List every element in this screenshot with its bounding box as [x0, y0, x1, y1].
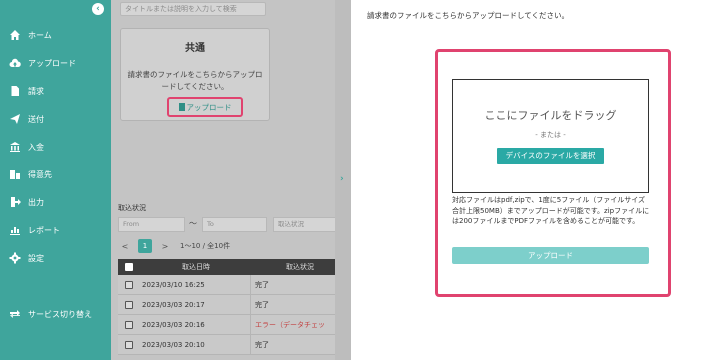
page-1-button[interactable]: 1 — [138, 239, 152, 253]
select-file-button[interactable]: デバイスのファイルを選択 — [497, 148, 604, 164]
sidebar-item-invoice[interactable]: 請求 — [8, 83, 44, 99]
upload-card-button[interactable]: アップロード — [167, 97, 243, 117]
column-header-status: 取込状況 — [286, 263, 314, 271]
sidebar-item-label: 設定 — [28, 253, 44, 263]
select-all-checkbox[interactable] — [125, 263, 133, 271]
sidebar-item-label: アップロード — [28, 58, 76, 68]
row-date: 2023/03/03 20:10 — [142, 340, 205, 349]
row-date: 2023/03/03 20:17 — [142, 300, 205, 309]
sidebar-item-label: ホーム — [28, 30, 52, 40]
panel-divider: › — [335, 0, 351, 360]
sidebar-item-label: 出力 — [28, 197, 44, 207]
range-separator: 〜 — [189, 219, 197, 228]
upload-button[interactable]: アップロード — [452, 247, 649, 264]
row-status: 完了 — [250, 295, 335, 314]
pagination-info: 1〜10 / 全10件 — [180, 242, 231, 250]
row-checkbox[interactable] — [125, 280, 133, 289]
bank-icon — [8, 141, 22, 153]
table-row[interactable]: 2023/03/10 16:25 完了 — [118, 275, 335, 295]
sidebar-item-label: 送付 — [28, 114, 44, 124]
row-checkbox[interactable] — [125, 340, 133, 349]
row-status: エラー（データチェッ — [250, 315, 335, 334]
file-icon — [178, 103, 185, 111]
card-title: 共通 — [185, 43, 205, 54]
row-checkbox[interactable] — [125, 320, 133, 329]
history-section-label: 取込状況 — [118, 204, 146, 212]
sidebar-item-export[interactable]: 出力 — [8, 194, 44, 210]
status-filter-input[interactable]: 取込状況 — [273, 217, 335, 232]
table-row[interactable]: 2023/03/03 20:10 完了 — [118, 335, 335, 355]
drop-zone[interactable]: ここにファイルをドラッグ - または - デバイスのファイルを選択 — [452, 79, 649, 193]
upload-card: 共通 請求書のファイルをこちらからアップロードしてください。 アップロード — [120, 28, 270, 121]
building-icon — [8, 168, 22, 180]
sidebar-item-label: 請求 — [28, 86, 44, 96]
upload-list-panel: タイトルまたは説明を入力して検索 共通 請求書のファイルをこちらからアップロード… — [111, 0, 335, 360]
row-status: 完了 — [250, 335, 335, 354]
row-date: 2023/03/03 20:16 — [142, 320, 205, 329]
drop-zone-or: - または - — [535, 131, 566, 139]
chart-icon — [8, 224, 22, 236]
switch-icon — [8, 308, 22, 320]
switch-service-button[interactable]: サービス切り替え — [8, 306, 92, 322]
sidebar-item-label: 得意先 — [28, 169, 52, 179]
from-date-input[interactable]: From — [118, 217, 185, 232]
home-icon — [8, 29, 22, 41]
drop-zone-title: ここにファイルをドラッグ — [484, 109, 617, 122]
pagination: < 1 > 1〜10 / 全10件 — [118, 238, 230, 254]
sidebar-item-report[interactable]: レポート — [8, 222, 60, 238]
sidebar-item-upload[interactable]: アップロード — [8, 55, 76, 71]
column-header-date: 取込日時 — [182, 263, 210, 271]
card-description: 請求書のファイルをこちらからアップロードしてください。 — [127, 70, 263, 91]
sidebar-item-payment[interactable]: 入金 — [8, 139, 44, 155]
sidebar-item-settings[interactable]: 設定 — [8, 250, 44, 266]
chevron-right-icon[interactable]: › — [340, 174, 344, 184]
row-checkbox[interactable] — [125, 300, 133, 309]
table-row[interactable]: 2023/03/03 20:17 完了 — [118, 295, 335, 315]
upload-card-button-label: アップロード — [186, 102, 232, 112]
sidebar-item-label: 入金 — [28, 142, 44, 152]
upload-drawer: 請求書のファイルをこちらからアップロードしてください。 ここにファイルをドラッグ… — [351, 0, 720, 360]
next-page-button[interactable]: > — [158, 242, 172, 251]
sidebar-item-send[interactable]: 送付 — [8, 111, 44, 127]
send-icon — [8, 113, 22, 125]
table-row[interactable]: 2023/03/03 20:16 エラー（データチェッ — [118, 315, 335, 335]
to-date-input[interactable]: To — [202, 217, 267, 232]
upload-note: 対応ファイルはpdf,zipで、1度に5ファイル（ファイルサイズ合計上限50MB… — [452, 196, 650, 225]
upload-area: ここにファイルをドラッグ - または - デバイスのファイルを選択 対応ファイル… — [435, 49, 671, 297]
document-icon — [8, 85, 22, 97]
prev-page-button[interactable]: < — [118, 242, 132, 251]
history-table: 取込日時 取込状況 2023/03/10 16:25 完了 2023/03/03… — [118, 259, 335, 355]
sidebar: ‹ ホーム アップロード 請求 送付 入金 得意先 出力 レポート 設定 サービ… — [0, 0, 111, 360]
switch-service-label: サービス切り替え — [28, 309, 92, 319]
row-date: 2023/03/10 16:25 — [142, 280, 205, 289]
sidebar-item-home[interactable]: ホーム — [8, 27, 52, 43]
gear-icon — [8, 252, 22, 264]
export-icon — [8, 196, 22, 208]
sidebar-item-label: レポート — [28, 225, 60, 235]
arrow-left-icon[interactable]: ‹ — [92, 3, 104, 15]
sidebar-item-customer[interactable]: 得意先 — [8, 166, 52, 182]
cloud-upload-icon — [8, 57, 22, 69]
table-header: 取込日時 取込状況 — [118, 259, 335, 275]
drawer-description: 請求書のファイルをこちらからアップロードしてください。 — [367, 11, 570, 20]
row-status: 完了 — [250, 275, 335, 294]
search-input[interactable]: タイトルまたは説明を入力して検索 — [120, 2, 266, 16]
